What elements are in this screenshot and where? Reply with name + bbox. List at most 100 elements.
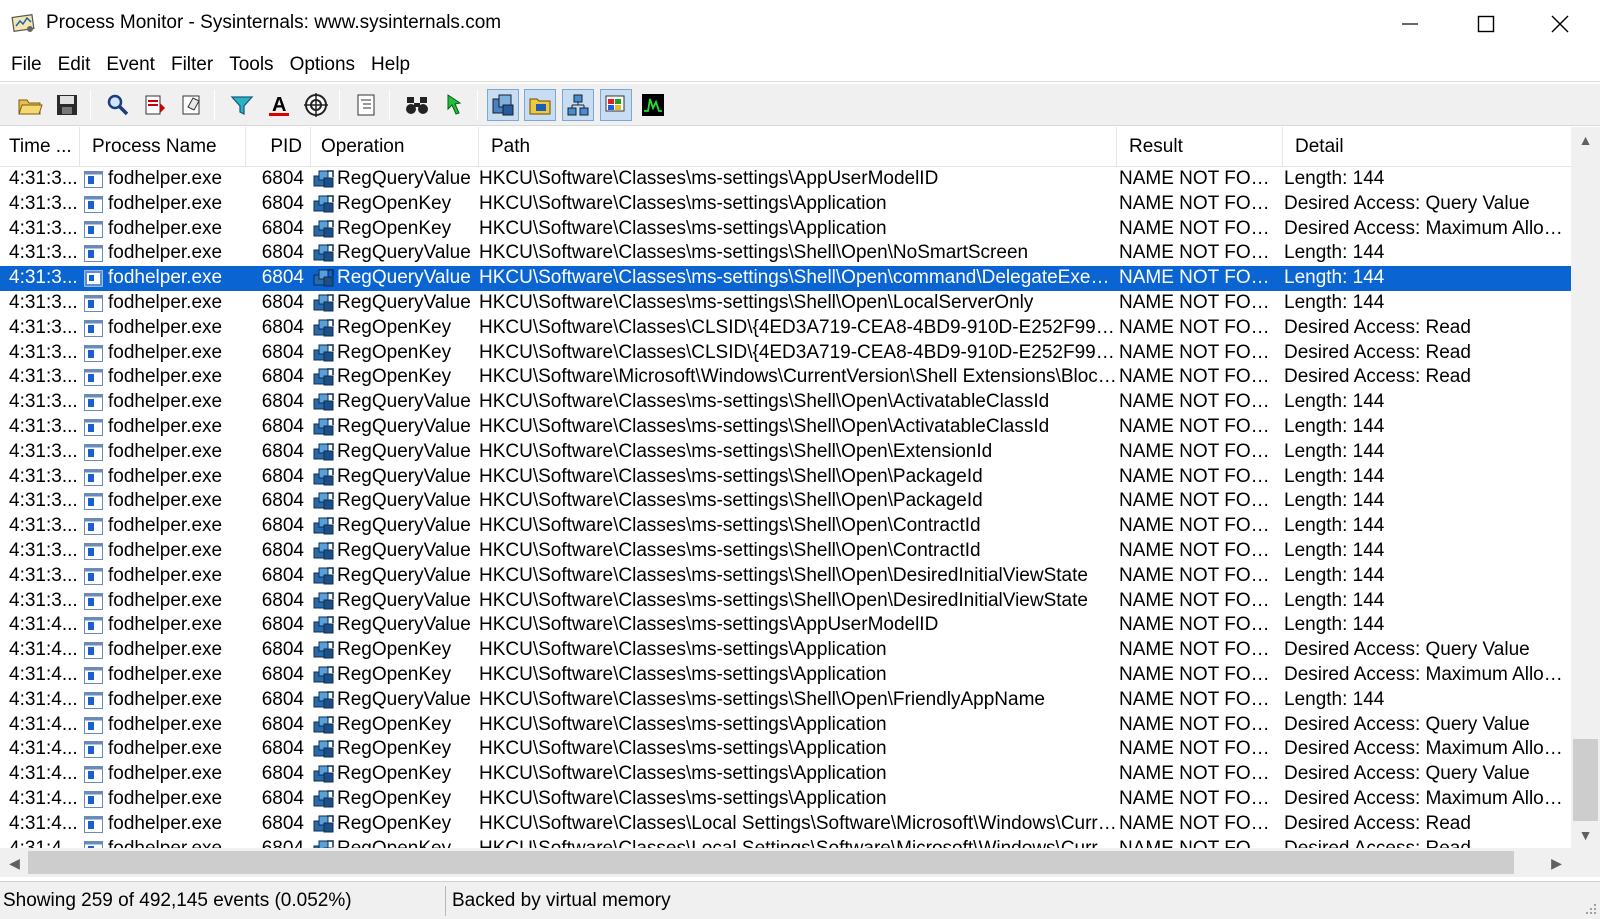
table-row[interactable]: 4:31:3... fodhelper.exe 6804 RegQueryValue H… [0, 390, 1571, 415]
table-row[interactable]: 4:31:3... fodhelper.exe 6804 RegQueryValue H… [0, 539, 1571, 564]
cell-time: 4:31:3... [9, 490, 78, 512]
process-name-text: fodhelper.exe [108, 490, 223, 512]
menu-event[interactable]: Event [98, 48, 163, 82]
operation-text: RegOpenKey [337, 812, 452, 834]
cell-operation: RegQueryValue [313, 564, 477, 589]
table-row[interactable]: 4:31:4... fodhelper.exe 6804 RegOpenKey HKCU… [0, 663, 1571, 688]
vertical-scrollbar[interactable]: ▲ ▼ [1571, 127, 1600, 848]
process-name-text: fodhelper.exe [108, 440, 223, 462]
column-detail[interactable]: Detail [1283, 127, 1571, 167]
process-tree-button[interactable] [350, 89, 382, 121]
scroll-up-arrow-icon[interactable]: ▲ [1571, 127, 1600, 153]
find-button[interactable] [401, 89, 433, 121]
cell-operation: RegOpenKey [313, 638, 477, 663]
menu-help[interactable]: Help [363, 48, 418, 82]
cell-result: NAME NOT FOUND [1119, 738, 1283, 760]
table-row[interactable]: 4:31:3... fodhelper.exe 6804 RegQueryValue H… [0, 465, 1571, 490]
cell-path: HKCU\Software\Classes\ms-settings\Shell\… [479, 564, 1088, 586]
table-row[interactable]: 4:31:3... fodhelper.exe 6804 RegOpenKey HKCU… [0, 341, 1571, 366]
menu-file[interactable]: File [2, 48, 50, 82]
table-row[interactable]: 4:31:3... fodhelper.exe 6804 RegOpenKey HKCU… [0, 316, 1571, 341]
cell-time: 4:31:4... [9, 763, 78, 785]
capture-button[interactable] [102, 89, 134, 121]
table-row[interactable]: 4:31:3... fodhelper.exe 6804 RegQueryValue H… [0, 589, 1571, 614]
cell-time: 4:31:4... [9, 614, 78, 636]
show-file-system-activity-button[interactable] [524, 89, 556, 121]
table-row[interactable]: 4:31:4... fodhelper.exe 6804 RegQueryValue H… [0, 688, 1571, 713]
table-row[interactable]: 4:31:3... fodhelper.exe 6804 RegOpenKey HKCU… [0, 365, 1571, 390]
jump-to-button[interactable] [438, 89, 470, 121]
cell-path: HKCU\Software\Classes\ms-settings\Shell\… [479, 688, 1045, 710]
table-row[interactable]: 4:31:4... fodhelper.exe 6804 RegOpenKey HKCU… [0, 762, 1571, 787]
maximize-button[interactable] [1450, 0, 1522, 48]
show-process-thread-activity-button[interactable] [600, 89, 632, 121]
table-row[interactable]: 4:31:3... fodhelper.exe 6804 RegQueryValue H… [0, 440, 1571, 465]
menu-filter[interactable]: Filter [163, 48, 221, 82]
application-window-icon [84, 518, 103, 536]
process-name-text: fodhelper.exe [108, 688, 223, 710]
column-result[interactable]: Result [1117, 127, 1283, 167]
event-list[interactable]: Time ... Process Name PID Operation Path… [0, 127, 1571, 848]
filter-button[interactable] [226, 89, 258, 121]
toolbar-separator [90, 90, 91, 120]
column-pid[interactable]: PID [246, 127, 311, 167]
show-profiling-events-button[interactable] [637, 89, 669, 121]
table-row[interactable]: 4:31:3... fodhelper.exe 6804 RegQueryValue H… [0, 564, 1571, 589]
cell-detail: Length: 144 [1284, 539, 1385, 561]
resize-grip-icon[interactable] [1582, 902, 1598, 918]
cell-path: HKCU\Software\Classes\ms-settings\AppUse… [479, 614, 939, 636]
cell-result: NAME NOT FOUND [1119, 589, 1283, 611]
cell-time: 4:31:4... [9, 738, 78, 760]
table-row[interactable]: 4:31:4... fodhelper.exe 6804 RegOpenKey HKCU… [0, 812, 1571, 837]
autoscroll-button[interactable] [139, 89, 171, 121]
table-row[interactable]: 4:31:3... fodhelper.exe 6804 RegQueryValue H… [0, 167, 1571, 192]
process-name-text: fodhelper.exe [108, 391, 223, 413]
menu-tools[interactable]: Tools [221, 48, 281, 82]
minimize-button[interactable] [1374, 0, 1446, 48]
cell-time: 4:31:4... [9, 837, 79, 848]
column-operation[interactable]: Operation [311, 127, 479, 167]
scroll-left-arrow-icon[interactable]: ◀ [0, 850, 29, 876]
table-row[interactable]: 4:31:3... fodhelper.exe 6804 RegQueryValue H… [0, 514, 1571, 539]
show-network-activity-button[interactable] [562, 89, 594, 121]
menu-edit[interactable]: Edit [50, 48, 99, 82]
close-button[interactable] [1524, 0, 1596, 48]
column-path[interactable]: Path [479, 127, 1117, 167]
table-row[interactable]: 4:31:4... fodhelper.exe 6804 RegOpenKey HKCU… [0, 787, 1571, 812]
show-registry-activity-button[interactable] [487, 89, 519, 121]
vertical-scroll-thumb[interactable] [1573, 739, 1598, 821]
table-row[interactable]: 4:31:4... fodhelper.exe 6804 RegOpenKey HKCU… [0, 837, 1571, 848]
table-row[interactable]: 4:31:3... fodhelper.exe 6804 RegQueryValue H… [0, 241, 1571, 266]
table-row[interactable]: 4:31:3... fodhelper.exe 6804 RegOpenKey HKCU… [0, 217, 1571, 242]
cell-operation: RegQueryValue [313, 489, 477, 514]
column-process-name[interactable]: Process Name [80, 127, 246, 167]
save-button[interactable] [51, 89, 83, 121]
table-row[interactable]: 4:31:4... fodhelper.exe 6804 RegOpenKey HKCU… [0, 713, 1571, 738]
menu-options[interactable]: Options [282, 48, 363, 82]
column-time[interactable]: Time ... [0, 127, 80, 167]
highlight-button[interactable]: A [263, 89, 295, 121]
table-row[interactable]: 4:31:3... fodhelper.exe 6804 RegQueryValue H… [0, 489, 1571, 514]
scroll-down-arrow-icon[interactable]: ▼ [1571, 822, 1600, 848]
table-row[interactable]: 4:31:4... fodhelper.exe 6804 RegOpenKey HKCU… [0, 737, 1571, 762]
highlight-icon: A [269, 94, 289, 116]
include-process-button[interactable] [300, 89, 332, 121]
clear-display-button[interactable] [176, 89, 208, 121]
toolbar-separator [477, 90, 478, 120]
horizontal-scroll-thumb[interactable] [28, 851, 1514, 874]
table-row[interactable]: 4:31:4... fodhelper.exe 6804 RegQueryValue H… [0, 613, 1571, 638]
open-button[interactable] [14, 89, 46, 121]
table-row[interactable]: 4:31:3... fodhelper.exe 6804 RegQueryValue H… [0, 415, 1571, 440]
cell-time: 4:31:3... [9, 515, 78, 537]
scroll-right-arrow-icon[interactable]: ▶ [1542, 850, 1571, 876]
horizontal-scrollbar[interactable]: ◀ ▶ [0, 848, 1571, 877]
application-window-icon [84, 270, 103, 288]
table-row[interactable]: 4:31:4... fodhelper.exe 6804 RegOpenKey HKCU… [0, 638, 1571, 663]
cell-process-name: fodhelper.exe [84, 564, 244, 589]
table-row[interactable]: 4:31:3... fodhelper.exe 6804 RegOpenKey HKCU… [0, 192, 1571, 217]
table-row-selected[interactable]: 4:31:3... fodhelper.exe 6804 RegQueryValue H… [0, 266, 1571, 291]
registry-operation-icon [313, 690, 334, 709]
registry-operation-icon [313, 542, 334, 560]
table-row[interactable]: 4:31:3... fodhelper.exe 6804 RegQueryValue H… [0, 291, 1571, 316]
cell-detail: Desired Access: Query Value [1284, 192, 1530, 214]
